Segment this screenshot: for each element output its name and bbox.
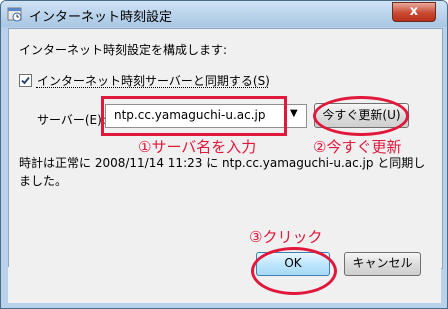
status-text-line2: ました。 <box>19 174 68 188</box>
button-bar: OK キャンセル <box>8 252 441 303</box>
ok-highlight-ring <box>251 247 337 295</box>
close-button[interactable]: x <box>392 2 436 22</box>
dropdown-arrow-icon[interactable]: ▼ <box>290 108 298 119</box>
focus-outline <box>36 87 268 88</box>
heading-text: インターネット時刻設定を構成します: <box>19 43 228 57</box>
update-highlight-ring <box>313 96 409 136</box>
close-icon: x <box>409 4 419 19</box>
sync-checkbox[interactable] <box>19 74 32 87</box>
server-highlight-box <box>101 96 287 136</box>
cancel-button[interactable]: キャンセル <box>344 252 421 276</box>
title-bar[interactable]: インターネット時刻設定 x <box>1 1 447 27</box>
checkmark-icon <box>21 76 30 85</box>
annotation-step1: ①サーバ名を入力 <box>138 138 257 156</box>
window-title: インターネット時刻設定 <box>29 10 173 25</box>
server-label: サーバー(E): <box>37 113 106 127</box>
cancel-label: キャンセル <box>352 256 413 270</box>
clock-settings-icon <box>7 6 23 22</box>
annotation-step2: ②今すぐ更新 <box>313 138 402 156</box>
annotation-step3: ③クリック <box>249 228 323 246</box>
